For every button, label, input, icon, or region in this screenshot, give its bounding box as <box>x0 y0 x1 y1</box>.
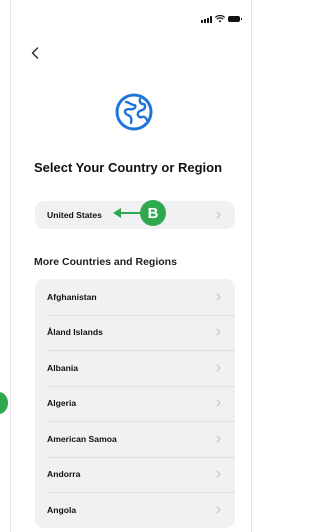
chevron-left-icon <box>31 47 39 59</box>
country-label: Afghanistan <box>47 291 97 302</box>
country-list-item[interactable]: Afghanistan <box>35 279 235 315</box>
callout-arrow-head <box>113 208 121 218</box>
chevron-right-icon <box>213 398 223 408</box>
country-list-item[interactable]: Andorra <box>35 456 235 493</box>
back-button[interactable] <box>24 42 46 64</box>
page-title: Select Your Country or Region <box>34 160 223 175</box>
chevron-right-icon <box>213 363 223 373</box>
signal-icon <box>201 15 212 23</box>
callout-badge: B <box>140 200 166 226</box>
chevron-right-icon <box>213 434 223 444</box>
country-label: Åland Islands <box>47 327 103 338</box>
country-list-item[interactable]: Albania <box>35 350 235 386</box>
globe-icon <box>115 93 153 131</box>
country-list-item[interactable]: Algeria <box>35 385 235 422</box>
chevron-right-icon <box>213 210 223 220</box>
country-label: Angola <box>47 504 77 515</box>
callout-pointer-line <box>118 212 142 214</box>
country-label: Andorra <box>47 469 81 480</box>
wifi-icon <box>215 15 225 23</box>
chevron-right-icon <box>213 505 223 515</box>
chevron-right-icon <box>213 292 223 302</box>
callout-edge-marker <box>0 392 8 414</box>
section-heading: More Countries and Regions <box>34 256 177 268</box>
chevron-right-icon <box>213 469 223 479</box>
country-label: American Samoa <box>47 433 117 444</box>
country-list-item[interactable]: Angola <box>35 492 235 528</box>
country-label: Algeria <box>47 398 77 409</box>
country-label: Albania <box>47 362 79 373</box>
chevron-right-icon <box>213 327 223 337</box>
country-list-item[interactable]: American Samoa <box>35 421 235 457</box>
status-bar <box>201 13 242 25</box>
battery-icon <box>228 16 242 22</box>
country-list: Afghanistan Åland Islands Albania Algeri… <box>35 279 235 528</box>
country-list-item[interactable]: Åland Islands <box>35 314 235 351</box>
selected-country-row[interactable]: United States <box>35 201 235 229</box>
